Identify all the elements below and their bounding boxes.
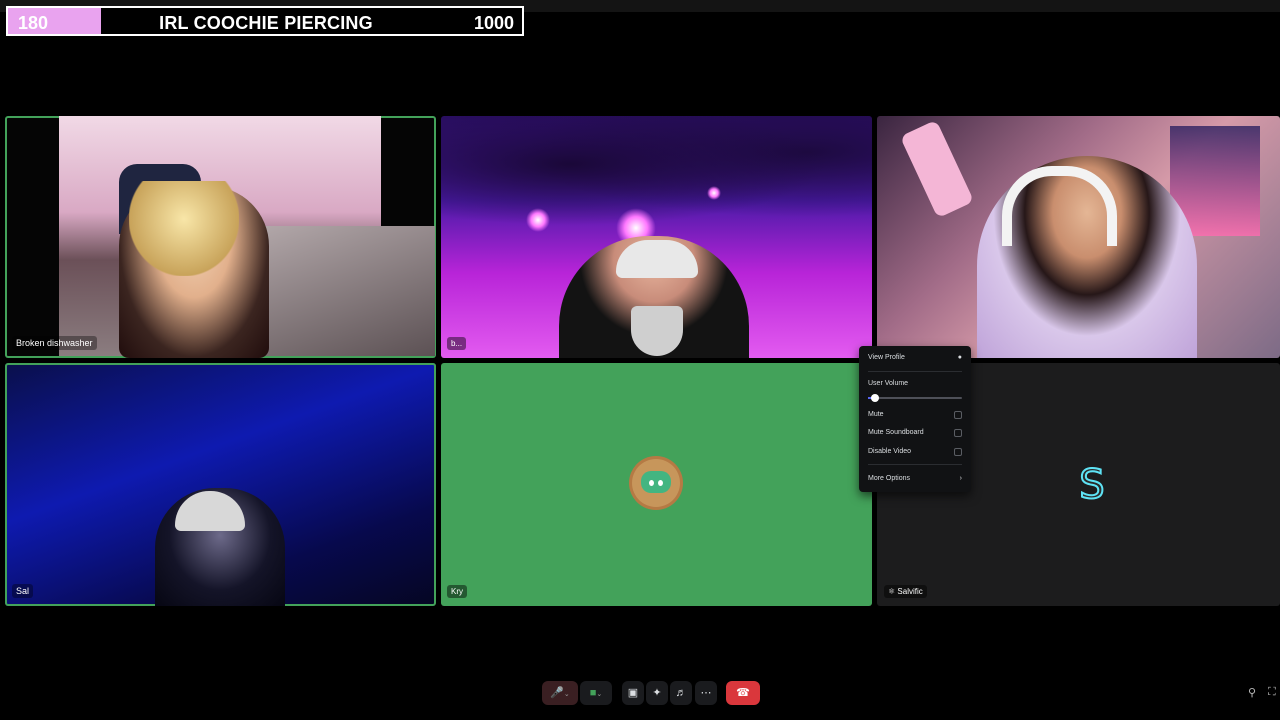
participant-name: Broken dishwasher [12, 336, 97, 350]
video-tile-streamer[interactable] [877, 116, 1280, 358]
goal-target-value: 1000 [473, 13, 514, 33]
ring-light [899, 119, 975, 219]
more-options-item[interactable]: More Options › [868, 473, 962, 485]
more-icon: ⋯ [700, 687, 712, 699]
user-volume-label: User Volume [868, 378, 962, 390]
streamer-hair [129, 181, 239, 276]
user-context-menu: View Profile ● User Volume Mute Mute Sou… [859, 346, 971, 492]
headlight [707, 186, 721, 200]
participant-name: ⚛ Salvific [884, 585, 927, 598]
disable-video-checkbox[interactable] [954, 448, 962, 456]
video-tile-kry[interactable]: Kry [441, 363, 872, 606]
participant-name: Sal [12, 584, 34, 598]
user-volume-slider[interactable] [868, 394, 962, 402]
view-profile-item[interactable]: View Profile ● [868, 352, 962, 364]
participant-name: Kry [447, 585, 467, 598]
divider [868, 371, 962, 372]
chevron-right-icon: › [959, 475, 962, 482]
fullscreen-icon[interactable]: ⛶ [1268, 686, 1276, 699]
bandana [616, 240, 698, 278]
avatar [632, 459, 680, 507]
activities-button[interactable]: ✦ [646, 681, 668, 705]
pin-icon[interactable]: ⚲ [1248, 686, 1256, 699]
menu-item-label: More Options [868, 475, 911, 482]
participant-name-label: Salvific [897, 587, 923, 596]
discord-logo-icon [641, 471, 671, 493]
mute-item[interactable]: Mute [868, 409, 962, 421]
goal-bar: 180 IRL COOCHIE PIERCING 1000 [6, 6, 524, 36]
menu-item-label: Mute Soundboard [868, 429, 924, 436]
menu-item-label: View Profile [868, 354, 905, 361]
volume-knob[interactable] [870, 394, 879, 402]
headset [1002, 166, 1117, 246]
video-feed [59, 116, 435, 358]
disconnect-button[interactable]: ☎ [726, 681, 760, 705]
video-tile-b[interactable]: b... [441, 116, 872, 358]
divider [868, 464, 962, 465]
phone-hangup-icon: ☎ [736, 687, 750, 699]
activities-icon: ✦ [652, 687, 662, 699]
soundboard-button[interactable]: ♬ [670, 681, 692, 705]
logo-eye [649, 480, 654, 486]
activity-icon: ⚛ [888, 587, 896, 596]
goal-title: IRL COOCHIE PIERCING [159, 13, 373, 33]
video-tile-sal[interactable]: Sal [5, 363, 436, 606]
logo-eye [658, 480, 663, 486]
menu-item-label: Disable Video [868, 448, 912, 455]
chevron-down-icon[interactable]: ⌄ [564, 691, 570, 698]
soundboard-icon: ♬ [675, 687, 687, 699]
mute-soundboard-item[interactable]: Mute Soundboard [868, 427, 962, 439]
mute-soundboard-checkbox[interactable] [954, 429, 962, 437]
video-feed [441, 116, 872, 236]
participant-name: b... [447, 337, 467, 350]
chevron-down-icon[interactable]: ⌄ [596, 691, 602, 698]
menu-item-label: User Volume [868, 380, 909, 387]
microphone-toggle-button[interactable]: 🎤⌄ [542, 681, 578, 705]
disable-video-item[interactable]: Disable Video [868, 446, 962, 458]
beard [631, 306, 683, 356]
mute-checkbox[interactable] [954, 411, 962, 419]
call-controls: 🎤⌄ ■⌄ ▣ ✦ ♬ ⋯ ☎ [542, 681, 762, 705]
headlight [526, 208, 550, 232]
video-tile-broken-dishwasher[interactable]: Broken dishwasher [5, 116, 436, 358]
screen-share-icon: ▣ [627, 687, 639, 699]
microphone-muted-icon: 🎤 [550, 687, 564, 699]
user-icon: ● [957, 354, 962, 361]
camera-toggle-button[interactable]: ■⌄ [580, 681, 612, 705]
more-button[interactable]: ⋯ [695, 681, 717, 705]
avatar: S [1078, 462, 1105, 508]
screen-share-button[interactable]: ▣ [622, 681, 644, 705]
menu-item-label: Mute [868, 411, 884, 418]
